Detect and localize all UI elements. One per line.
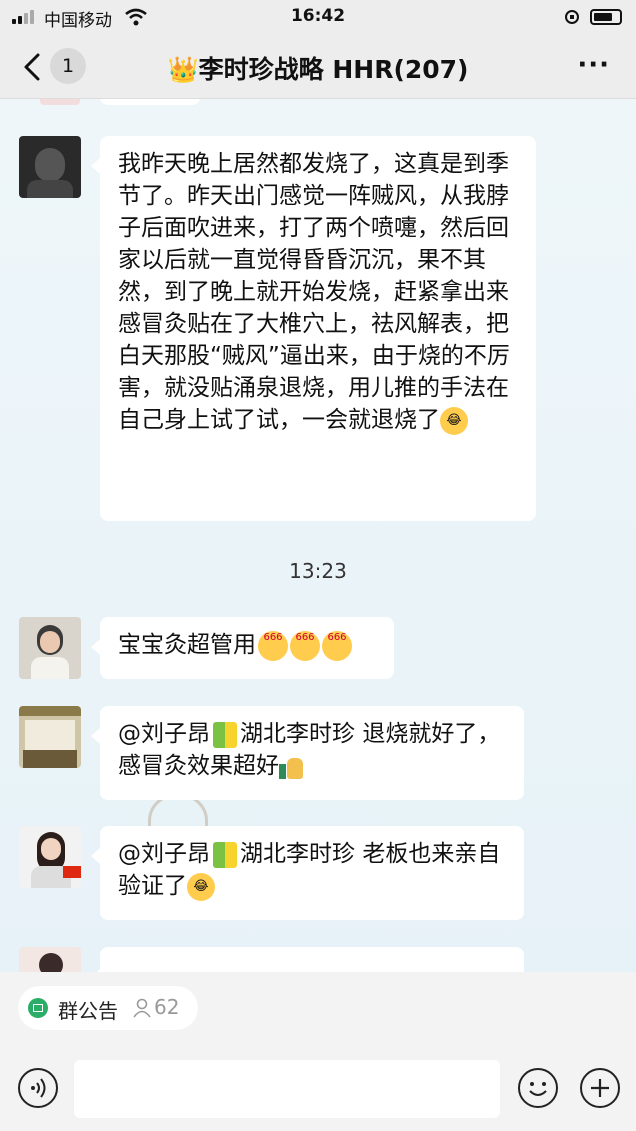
battery-icon: [590, 9, 622, 25]
notice-label: 群公告: [58, 999, 118, 1023]
thumbs-up-icon: [279, 754, 305, 780]
people-icon: [133, 998, 151, 1018]
laugh-cry-emoji-icon: 😂: [187, 872, 215, 901]
plus-icon[interactable]: [580, 1068, 620, 1108]
partial-avatar: [40, 99, 80, 105]
voice-icon[interactable]: [18, 1068, 58, 1108]
message-list[interactable]: 我昨天晚上居然都发烧了，这真是到季节了。昨天出门感觉一阵贼风，从我脖子后面吹进来…: [0, 99, 636, 972]
mention-location: 湖北李时珍: [240, 841, 355, 867]
message-input[interactable]: [74, 1060, 500, 1118]
mention[interactable]: @刘子昂: [118, 841, 210, 867]
666-emoji-icon: 666: [322, 630, 352, 661]
beginner-badge-icon: [213, 721, 237, 748]
message-bubble[interactable]: [91, 947, 524, 972]
message-bubble[interactable]: 宝宝灸超管用 666 666 666: [91, 617, 394, 679]
666-emoji-icon: 666: [290, 630, 320, 661]
orientation-lock-icon: [565, 10, 579, 24]
bottom-panel: 群公告 62: [0, 972, 636, 1131]
message-bubble[interactable]: @刘子昂 湖北李时珍 退烧就好了，感冒灸效果超好: [91, 706, 524, 800]
avatar[interactable]: [19, 706, 81, 768]
timestamp: 13:23: [289, 559, 347, 583]
message-bubble[interactable]: @刘子昂 湖北李时珍 老板也来亲自验证了 😂: [91, 826, 524, 920]
chat-title: 👑李时珍战略 HHR(207): [167, 55, 469, 84]
emoji-icon[interactable]: [518, 1068, 558, 1108]
message-text: 我昨天晚上居然都发烧了，这真是到季节了。昨天出门感觉一阵贼风，从我脖子后面吹进来…: [118, 151, 510, 433]
avatar[interactable]: [19, 617, 81, 679]
member-count: 62: [154, 995, 180, 1019]
laugh-cry-emoji-icon: 😂: [440, 406, 468, 435]
mention[interactable]: @刘子昂: [118, 721, 210, 747]
avatar[interactable]: [19, 826, 81, 888]
notice-icon: [28, 998, 48, 1018]
message-text: 宝宝灸超管用: [118, 632, 256, 658]
clock: 16:42: [290, 6, 346, 26]
partial-message: [100, 99, 200, 105]
chat-header: 1 👑李时珍战略 HHR(207) ···: [0, 34, 636, 99]
status-bar: 中国移动 16:42: [0, 0, 636, 34]
more-icon[interactable]: ···: [577, 50, 610, 80]
avatar[interactable]: [19, 136, 81, 198]
message-bubble[interactable]: 我昨天晚上居然都发烧了，这真是到季节了。昨天出门感觉一阵贼风，从我脖子后面吹进来…: [91, 136, 536, 521]
group-notice-button[interactable]: 群公告 62: [18, 986, 198, 1030]
666-emoji-icon: 666: [258, 630, 288, 661]
mention-location: 湖北李时珍: [240, 721, 355, 747]
avatar[interactable]: [19, 947, 81, 972]
beginner-badge-icon: [213, 841, 237, 868]
